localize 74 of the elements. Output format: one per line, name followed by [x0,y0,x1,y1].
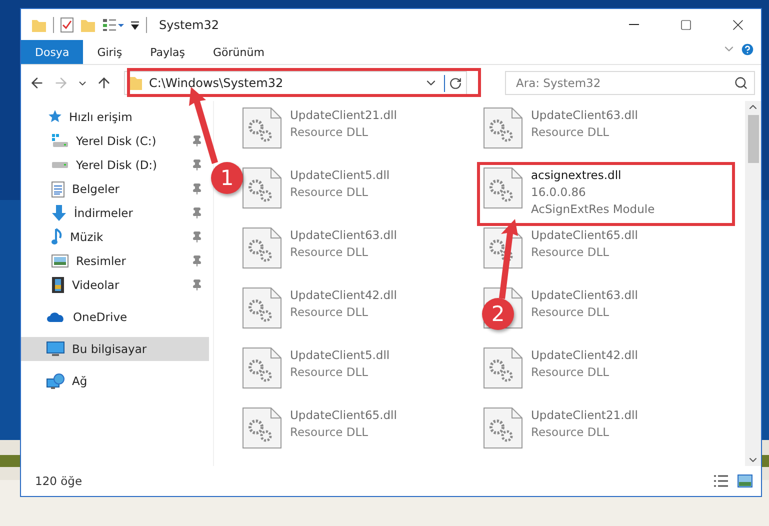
dll-file-icon [242,347,282,389]
file-name[interactable]: UpdateClient42.dll [531,347,638,364]
scroll-thumb[interactable] [748,115,758,163]
thumbnail-view-icon[interactable] [737,474,753,488]
dll-file-icon [242,167,282,209]
sidebar-item[interactable]: Videolar [21,273,209,297]
file-detail: Resource DLL [290,364,370,381]
dropdown-icon [130,20,140,30]
item-count: 120 öğe [35,474,84,488]
file-detail: Resource DLL [290,304,370,321]
file-detail: Resource DLL [531,244,610,261]
file-name[interactable]: UpdateClient63.dll [531,287,638,304]
sidebar-item[interactable]: Bu bilgisayar [21,337,209,361]
details-view-icon[interactable] [713,474,729,488]
file-name[interactable]: acsignextres.dll [531,167,655,184]
picture-icon [51,254,69,268]
document-icon [51,180,65,198]
sidebar-item[interactable]: Ağ [21,369,94,393]
sidebar-item[interactable]: İndirmeler [21,201,209,225]
file-detail: Resource DLL [290,124,370,141]
file-name[interactable]: UpdateClient21.dll [290,107,397,124]
file-name[interactable]: UpdateClient65.dll [290,407,397,424]
file-detail: Resource DLL [531,364,610,381]
ribbon-tab[interactable]: Dosya [21,40,84,64]
dll-file-icon [483,347,523,389]
sidebar-item[interactable]: Resimler [21,249,209,273]
file-name[interactable]: UpdateClient63.dll [290,227,397,244]
window-title: System32 [159,18,220,32]
cloud-icon [46,311,66,323]
file-detail: Resource DLL [531,424,610,441]
dll-file-icon [242,107,282,149]
scrollbar[interactable] [745,101,761,466]
file-detail: 16.0.0.86 [531,184,587,201]
dll-file-icon [483,407,523,449]
file-detail: Resource DLL [531,124,610,141]
file-detail: Resource DLL [290,184,370,201]
file-detail: AcSignExtRes Module [531,201,655,218]
dll-file-icon [483,107,523,149]
sidebar-item[interactable]: Belgeler [21,177,209,201]
dll-file-icon [242,227,282,269]
download-arrow-icon [51,204,67,222]
file-detail: Resource DLL [290,244,370,261]
search-icon [734,76,748,90]
file-name[interactable]: UpdateClient65.dll [531,227,638,244]
sidebar-item[interactable]: OneDrive [21,305,134,329]
file-detail: Resource DLL [290,424,370,441]
dll-file-icon [242,407,282,449]
file-name[interactable]: UpdateClient42.dll [290,287,397,304]
file-name[interactable]: UpdateClient5.dll [290,347,390,364]
maximize-icon [680,18,692,30]
file-detail: Resource DLL [531,304,610,321]
sidebar-item[interactable]: Yerel Disk (D:) [21,153,209,177]
properties-icon [102,18,124,32]
monitor-icon [46,340,65,358]
folder-icon [129,75,143,91]
dll-file-icon [242,287,282,329]
sidebar-item[interactable]: Hızlı erişim [21,105,138,129]
drive-icon [51,161,69,169]
search-field[interactable]: Ara: System32 [505,71,755,95]
music-note-icon [51,228,63,246]
refresh-icon [449,76,462,90]
star-icon [46,109,62,125]
drive-icon [51,133,69,149]
file-name[interactable]: UpdateClient5.dll [290,167,390,184]
sidebar-item[interactable]: Müzik [21,225,209,249]
checklist-icon [60,16,74,32]
minimize-icon [629,24,639,25]
file-name[interactable]: UpdateClient63.dll [531,107,638,124]
dll-file-icon [483,167,523,209]
sidebar-item[interactable]: Yerel Disk (C:) [21,129,209,153]
help-icon [740,42,755,57]
film-icon [51,276,65,294]
file-name[interactable]: UpdateClient21.dll [531,407,638,424]
network-icon [46,372,65,390]
